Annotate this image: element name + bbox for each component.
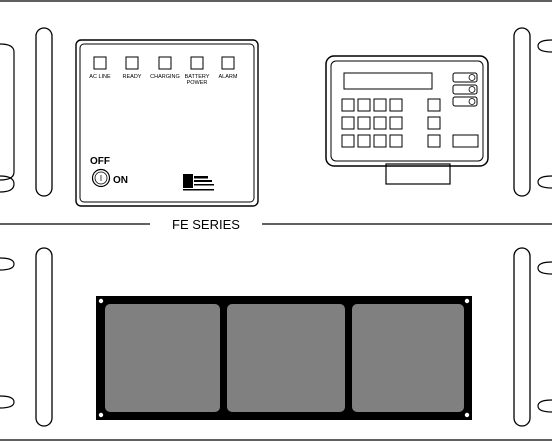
status-led-buttons [452, 72, 478, 107]
key-r2-side[interactable] [427, 116, 441, 130]
upper-right-handle [513, 27, 531, 197]
key-r3c1[interactable] [341, 134, 355, 148]
lower-right-handle [513, 247, 531, 427]
lcd-display [343, 72, 433, 90]
key-r3-side[interactable] [427, 134, 441, 148]
panel-svg: FE SERIES AC LINE READY CHARGING BATTERY… [0, 0, 552, 441]
keyswitch-symbol: I [100, 174, 102, 183]
alarm-indicator [221, 56, 235, 70]
grille-screw-br [464, 412, 470, 418]
key-r1c2[interactable] [357, 98, 371, 112]
key-r2c3[interactable] [373, 116, 387, 130]
upper-right-rack-ear [513, 27, 552, 197]
led-icon-3 [468, 98, 476, 105]
manufacturer-logo-icon [183, 174, 214, 191]
key-r1c1[interactable] [341, 98, 355, 112]
upper-left-handle [35, 27, 53, 197]
led-button-1[interactable] [452, 72, 478, 83]
key-r2c4[interactable] [389, 116, 403, 130]
battery-power-indicator [190, 56, 204, 70]
key-r3c4[interactable] [389, 134, 403, 148]
controller-module [325, 55, 489, 185]
ups-front-panel-drawing: FE SERIES AC LINE READY CHARGING BATTERY… [0, 0, 552, 441]
key-r2c1[interactable] [341, 116, 355, 130]
controller-mount [385, 163, 451, 185]
key-r1c3[interactable] [373, 98, 387, 112]
series-label: FE SERIES [172, 217, 240, 232]
lower-left-rack-ear [0, 247, 53, 427]
grille-screw-bl [98, 412, 104, 418]
vent-grille [96, 296, 472, 420]
key-r1c4[interactable] [389, 98, 403, 112]
ready-indicator [125, 56, 139, 70]
upper-left-rack-ear [0, 27, 53, 197]
grille-screw-tr [464, 298, 470, 304]
key-r3c2[interactable] [357, 134, 371, 148]
led-icon-1 [468, 74, 476, 81]
led-icon-2 [468, 86, 476, 93]
charging-label: CHARGING [150, 74, 180, 80]
lower-right-rack-ear [513, 247, 552, 427]
ready-label: READY [123, 74, 142, 80]
grille-panel-right [352, 304, 464, 412]
key-r3c3[interactable] [373, 134, 387, 148]
ac-line-indicator [93, 56, 107, 70]
led-button-3[interactable] [452, 96, 478, 107]
charging-indicator [158, 56, 172, 70]
battery-power-label: POWER [187, 80, 208, 86]
grille-panel-left [105, 304, 220, 412]
key-r2c2[interactable] [357, 116, 371, 130]
on-label: ON [113, 175, 128, 186]
grille-panel-center [227, 304, 345, 412]
grille-screw-tl [98, 298, 104, 304]
off-label: OFF [90, 156, 110, 167]
key-r1-side[interactable] [427, 98, 441, 112]
lower-left-handle [35, 247, 53, 427]
enter-key[interactable] [452, 134, 479, 148]
ac-line-label: AC LINE [89, 74, 111, 80]
led-button-2[interactable] [452, 84, 478, 95]
status-panel: AC LINE READY CHARGING BATTERY POWER ALA… [75, 39, 259, 207]
alarm-label: ALARM [219, 74, 238, 80]
status-panel-outer [75, 39, 259, 207]
